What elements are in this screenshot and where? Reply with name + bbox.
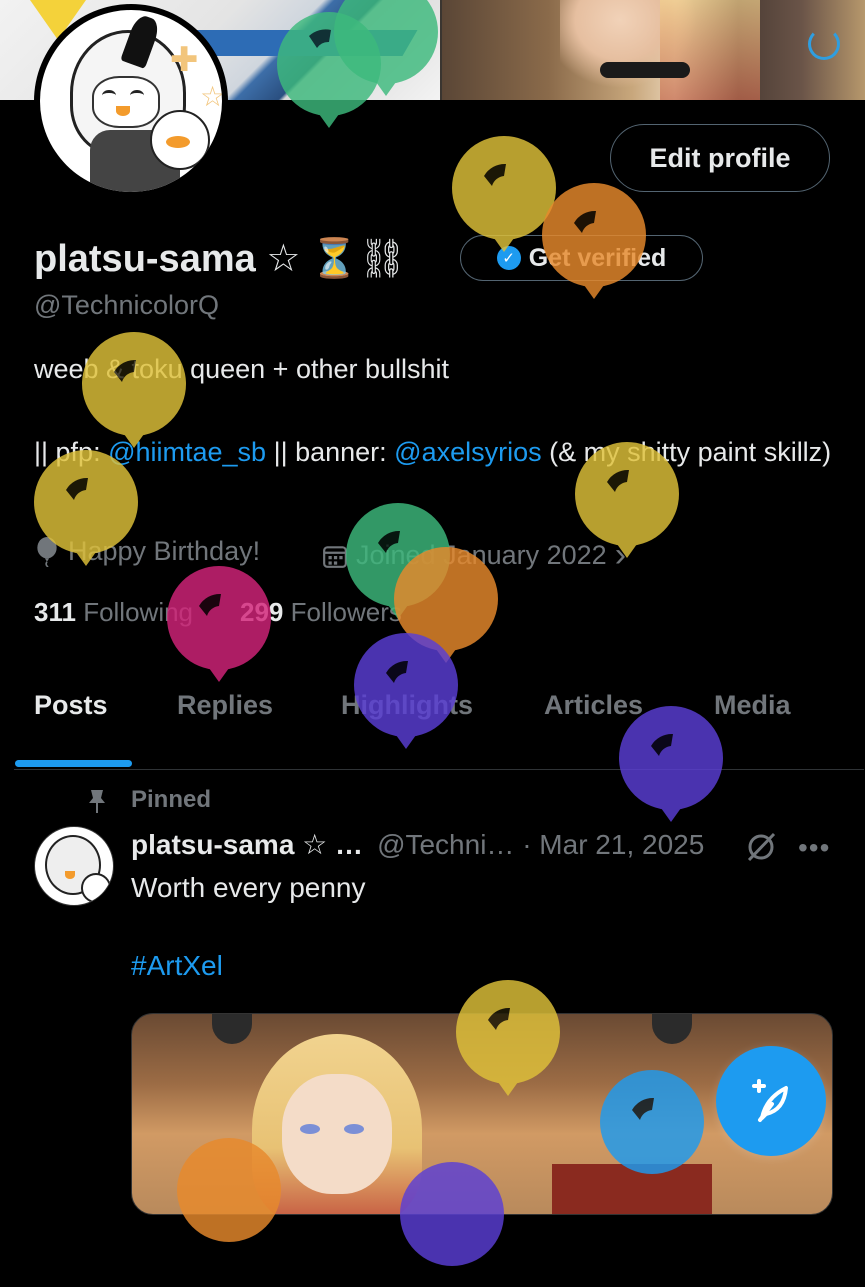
bio-pfp-link[interactable]: @hiimtae_sb <box>108 437 266 467</box>
profile-handle: @TechnicolorQ <box>34 290 219 320</box>
display-name-emoji: ☆ ⏳⛓ <box>266 238 407 280</box>
post-text: Worth every penny <box>131 872 366 903</box>
tab-replies[interactable]: Replies <box>177 690 273 721</box>
calendar-icon <box>323 545 347 568</box>
post-avatar-bird <box>81 873 111 903</box>
tab-media[interactable]: Media <box>714 690 791 721</box>
followers-label: Followers <box>290 597 402 627</box>
balloon-decoration <box>167 566 271 682</box>
media-character-face <box>282 1074 392 1194</box>
get-verified-button[interactable]: ✓ Get verified <box>460 235 703 281</box>
bio-banner-prefix: || banner: <box>266 437 395 467</box>
grok-icon[interactable] <box>744 830 778 864</box>
profile-tabs: Posts Replies Highlights Articles Media <box>0 690 865 770</box>
media-sign <box>552 1164 712 1214</box>
banner-earring-icon <box>808 28 840 60</box>
compose-post-button[interactable] <box>716 1046 826 1156</box>
joined-text: Joined January 2022 <box>356 540 607 570</box>
bio-banner-link[interactable]: @axelsyrios <box>394 437 541 467</box>
bio-line-2: || pfp: @hiimtae_sb || banner: @axelsyri… <box>34 432 834 472</box>
tab-posts[interactable]: Posts <box>34 690 108 721</box>
avatar-plus-decoration: ✚ <box>170 41 199 79</box>
edit-profile-button[interactable]: Edit profile <box>610 124 830 192</box>
display-name: platsu-sama ☆ ⏳⛓ <box>34 236 407 281</box>
post-avatar-mouth <box>65 871 75 879</box>
tabs-divider <box>14 769 864 770</box>
pin-icon <box>89 790 105 813</box>
media-lamp <box>652 1014 692 1044</box>
avatar-star-decoration: ☆ <box>200 81 222 112</box>
more-icon[interactable]: ••• <box>798 832 830 864</box>
avatar-eye-right <box>130 90 144 101</box>
joined-meta[interactable]: Joined January 2022 › <box>322 536 626 575</box>
media-character-eye <box>344 1124 364 1134</box>
profile-avatar[interactable]: ✚ ☆ <box>40 10 222 192</box>
bio-pfp-prefix: || pfp: <box>34 437 109 467</box>
post-author-meta[interactable]: @Techni… · Mar 21, 2025 <box>377 829 704 861</box>
banner-character-collar <box>600 62 690 78</box>
tab-articles[interactable]: Articles <box>544 690 643 721</box>
get-verified-label: Get verified <box>528 243 667 272</box>
tab-highlights[interactable]: Highlights <box>341 690 473 721</box>
post-header: platsu-sama ☆ … @Techni… · Mar 21, 2025 <box>131 828 704 861</box>
verified-badge-icon: ✓ <box>496 246 521 270</box>
avatar-mouth <box>116 106 130 116</box>
avatar-eye-left <box>102 90 116 101</box>
banner-character-hair <box>660 0 760 100</box>
active-tab-indicator <box>15 760 132 767</box>
compose-icon <box>752 1079 788 1122</box>
birthday-meta: Happy Birthday! <box>34 536 260 567</box>
following-label: Following <box>83 597 194 627</box>
chevron-right-icon: › <box>614 536 627 574</box>
following-count: 311 <box>34 597 76 627</box>
post-author-name[interactable]: platsu-sama ☆ … <box>131 828 363 861</box>
birthday-text: Happy Birthday! <box>68 536 261 566</box>
followers-count: 299 <box>240 597 284 627</box>
media-character-eye <box>300 1124 320 1134</box>
avatar-bird-beak <box>166 136 190 148</box>
following-link[interactable]: 311 Following <box>34 597 193 628</box>
followers-link[interactable]: 299 Followers <box>240 597 402 628</box>
avatar-face <box>92 76 160 128</box>
bio-suffix: (& my shitty paint skillz) <box>541 437 832 467</box>
post-hashtag[interactable]: #ArtXel <box>131 950 223 982</box>
bio-line-1: weeb & toku queen + other bullshit <box>34 354 450 384</box>
media-lamp <box>212 1014 252 1044</box>
display-name-text: platsu-sama <box>34 238 256 280</box>
pinned-label: Pinned <box>131 786 212 813</box>
balloon-icon <box>37 536 57 567</box>
post-author-avatar[interactable] <box>34 826 114 906</box>
